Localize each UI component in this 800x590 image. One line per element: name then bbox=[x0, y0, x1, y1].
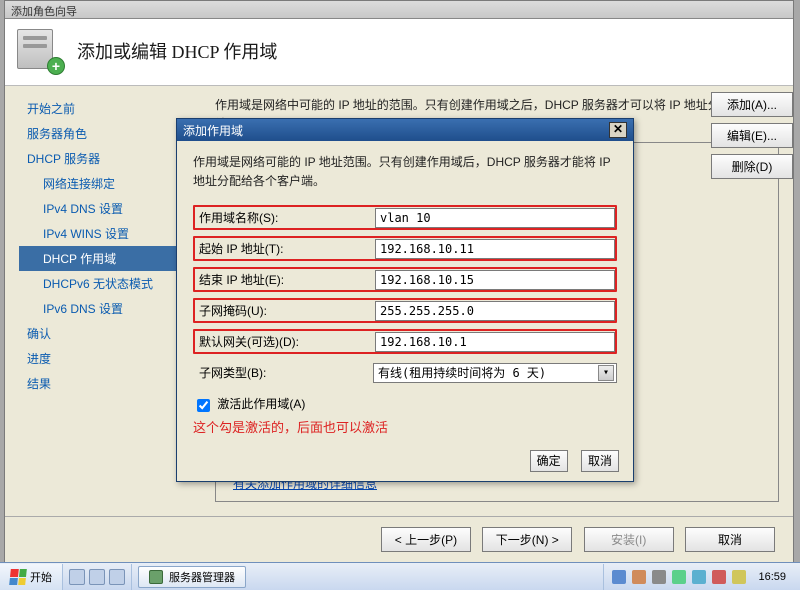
ql-icon-2[interactable] bbox=[89, 569, 105, 585]
outer-window-titlebar[interactable]: 添加角色向导 bbox=[5, 1, 793, 19]
cancel-button[interactable]: 取消 bbox=[685, 527, 775, 552]
ok-button[interactable]: 确定 bbox=[530, 450, 568, 472]
dialog-description: 作用域是网络可能的 IP 地址范围。只有创建作用域后，DHCP 服务器才能将 I… bbox=[193, 153, 617, 191]
wizard-title: 添加或编辑 DHCP 作用域 bbox=[77, 38, 277, 64]
row-subnet-type: 子网类型(B): 有线(租用持续时间将为 6 天) ▾ bbox=[193, 360, 617, 385]
taskbar-clock[interactable]: 16:59 bbox=[752, 571, 792, 583]
input-gateway[interactable] bbox=[375, 332, 615, 352]
select-subnet-type-value: 有线(租用持续时间将为 6 天) bbox=[378, 364, 546, 381]
add-scope-dialog: 添加作用域 ✕ 作用域是网络可能的 IP 地址范围。只有创建作用域后，DHCP … bbox=[176, 118, 634, 482]
next-button[interactable]: 下一步(N) > bbox=[482, 527, 572, 552]
close-icon[interactable]: ✕ bbox=[609, 122, 627, 138]
ql-icon-3[interactable] bbox=[109, 569, 125, 585]
tray-icon-5[interactable] bbox=[692, 570, 706, 584]
tray-icon-1[interactable] bbox=[612, 570, 626, 584]
add-scope-button[interactable]: 添加(A)... bbox=[711, 92, 793, 117]
dialog-cancel-button[interactable]: 取消 bbox=[581, 450, 619, 472]
ql-icon-1[interactable] bbox=[69, 569, 85, 585]
label-activate-scope: 激活此作用域(A) bbox=[217, 397, 305, 411]
server-manager-icon bbox=[149, 570, 163, 584]
row-scope-name: 作用域名称(S): bbox=[193, 205, 617, 230]
row-start-ip: 起始 IP 地址(T): bbox=[193, 236, 617, 261]
taskbar-app-label: 服务器管理器 bbox=[169, 569, 235, 585]
checkbox-activate-scope[interactable] bbox=[197, 399, 210, 412]
input-mask[interactable] bbox=[375, 301, 615, 321]
label-gateway: 默认网关(可选)(D): bbox=[195, 331, 375, 352]
row-end-ip: 结束 IP 地址(E): bbox=[193, 267, 617, 292]
label-start-ip: 起始 IP 地址(T): bbox=[195, 238, 375, 259]
edit-scope-button[interactable]: 编辑(E)... bbox=[711, 123, 793, 148]
select-subnet-type[interactable]: 有线(租用持续时间将为 6 天) ▾ bbox=[373, 363, 617, 383]
row-mask: 子网掩码(U): bbox=[193, 298, 617, 323]
row-activate: 激活此作用域(A) bbox=[193, 395, 617, 414]
dialog-title: 添加作用域 bbox=[183, 122, 243, 139]
system-tray: 16:59 bbox=[603, 564, 800, 590]
tray-icon-6[interactable] bbox=[712, 570, 726, 584]
input-scope-name[interactable] bbox=[375, 208, 615, 228]
tray-icon-4[interactable] bbox=[672, 570, 686, 584]
label-mask: 子网掩码(U): bbox=[195, 300, 375, 321]
server-add-icon: + bbox=[17, 29, 61, 73]
chevron-down-icon: ▾ bbox=[598, 365, 614, 381]
quick-launch bbox=[63, 564, 132, 590]
row-gateway: 默认网关(可选)(D): bbox=[193, 329, 617, 354]
wizard-footer: < 上一步(P) 下一步(N) > 安装(I) 取消 bbox=[5, 516, 793, 562]
start-button[interactable]: 开始 bbox=[0, 564, 63, 590]
tray-icon-3[interactable] bbox=[652, 570, 666, 584]
tray-icon-7[interactable] bbox=[732, 570, 746, 584]
start-label: 开始 bbox=[30, 569, 52, 585]
windows-logo-icon bbox=[9, 569, 27, 585]
delete-scope-button[interactable]: 删除(D) bbox=[711, 154, 793, 179]
label-scope-name: 作用域名称(S): bbox=[195, 207, 375, 228]
label-subnet-type: 子网类型(B): bbox=[193, 360, 373, 385]
input-end-ip[interactable] bbox=[375, 270, 615, 290]
annotation-note: 这个勾是激活的，后面也可以激活 bbox=[193, 417, 617, 436]
outer-window-title: 添加角色向导 bbox=[11, 6, 77, 18]
taskbar: 开始 服务器管理器 16:59 bbox=[0, 562, 800, 590]
wizard-header: + 添加或编辑 DHCP 作用域 bbox=[5, 19, 793, 86]
prev-button[interactable]: < 上一步(P) bbox=[381, 527, 471, 552]
taskbar-app-server-manager[interactable]: 服务器管理器 bbox=[138, 566, 246, 588]
scope-action-buttons: 添加(A)... 编辑(E)... 删除(D) bbox=[705, 86, 793, 179]
dialog-titlebar[interactable]: 添加作用域 ✕ bbox=[177, 119, 633, 141]
tray-icon-2[interactable] bbox=[632, 570, 646, 584]
label-end-ip: 结束 IP 地址(E): bbox=[195, 269, 375, 290]
dialog-footer: 确定 取消 bbox=[177, 444, 633, 481]
input-start-ip[interactable] bbox=[375, 239, 615, 259]
install-button[interactable]: 安装(I) bbox=[584, 527, 674, 552]
